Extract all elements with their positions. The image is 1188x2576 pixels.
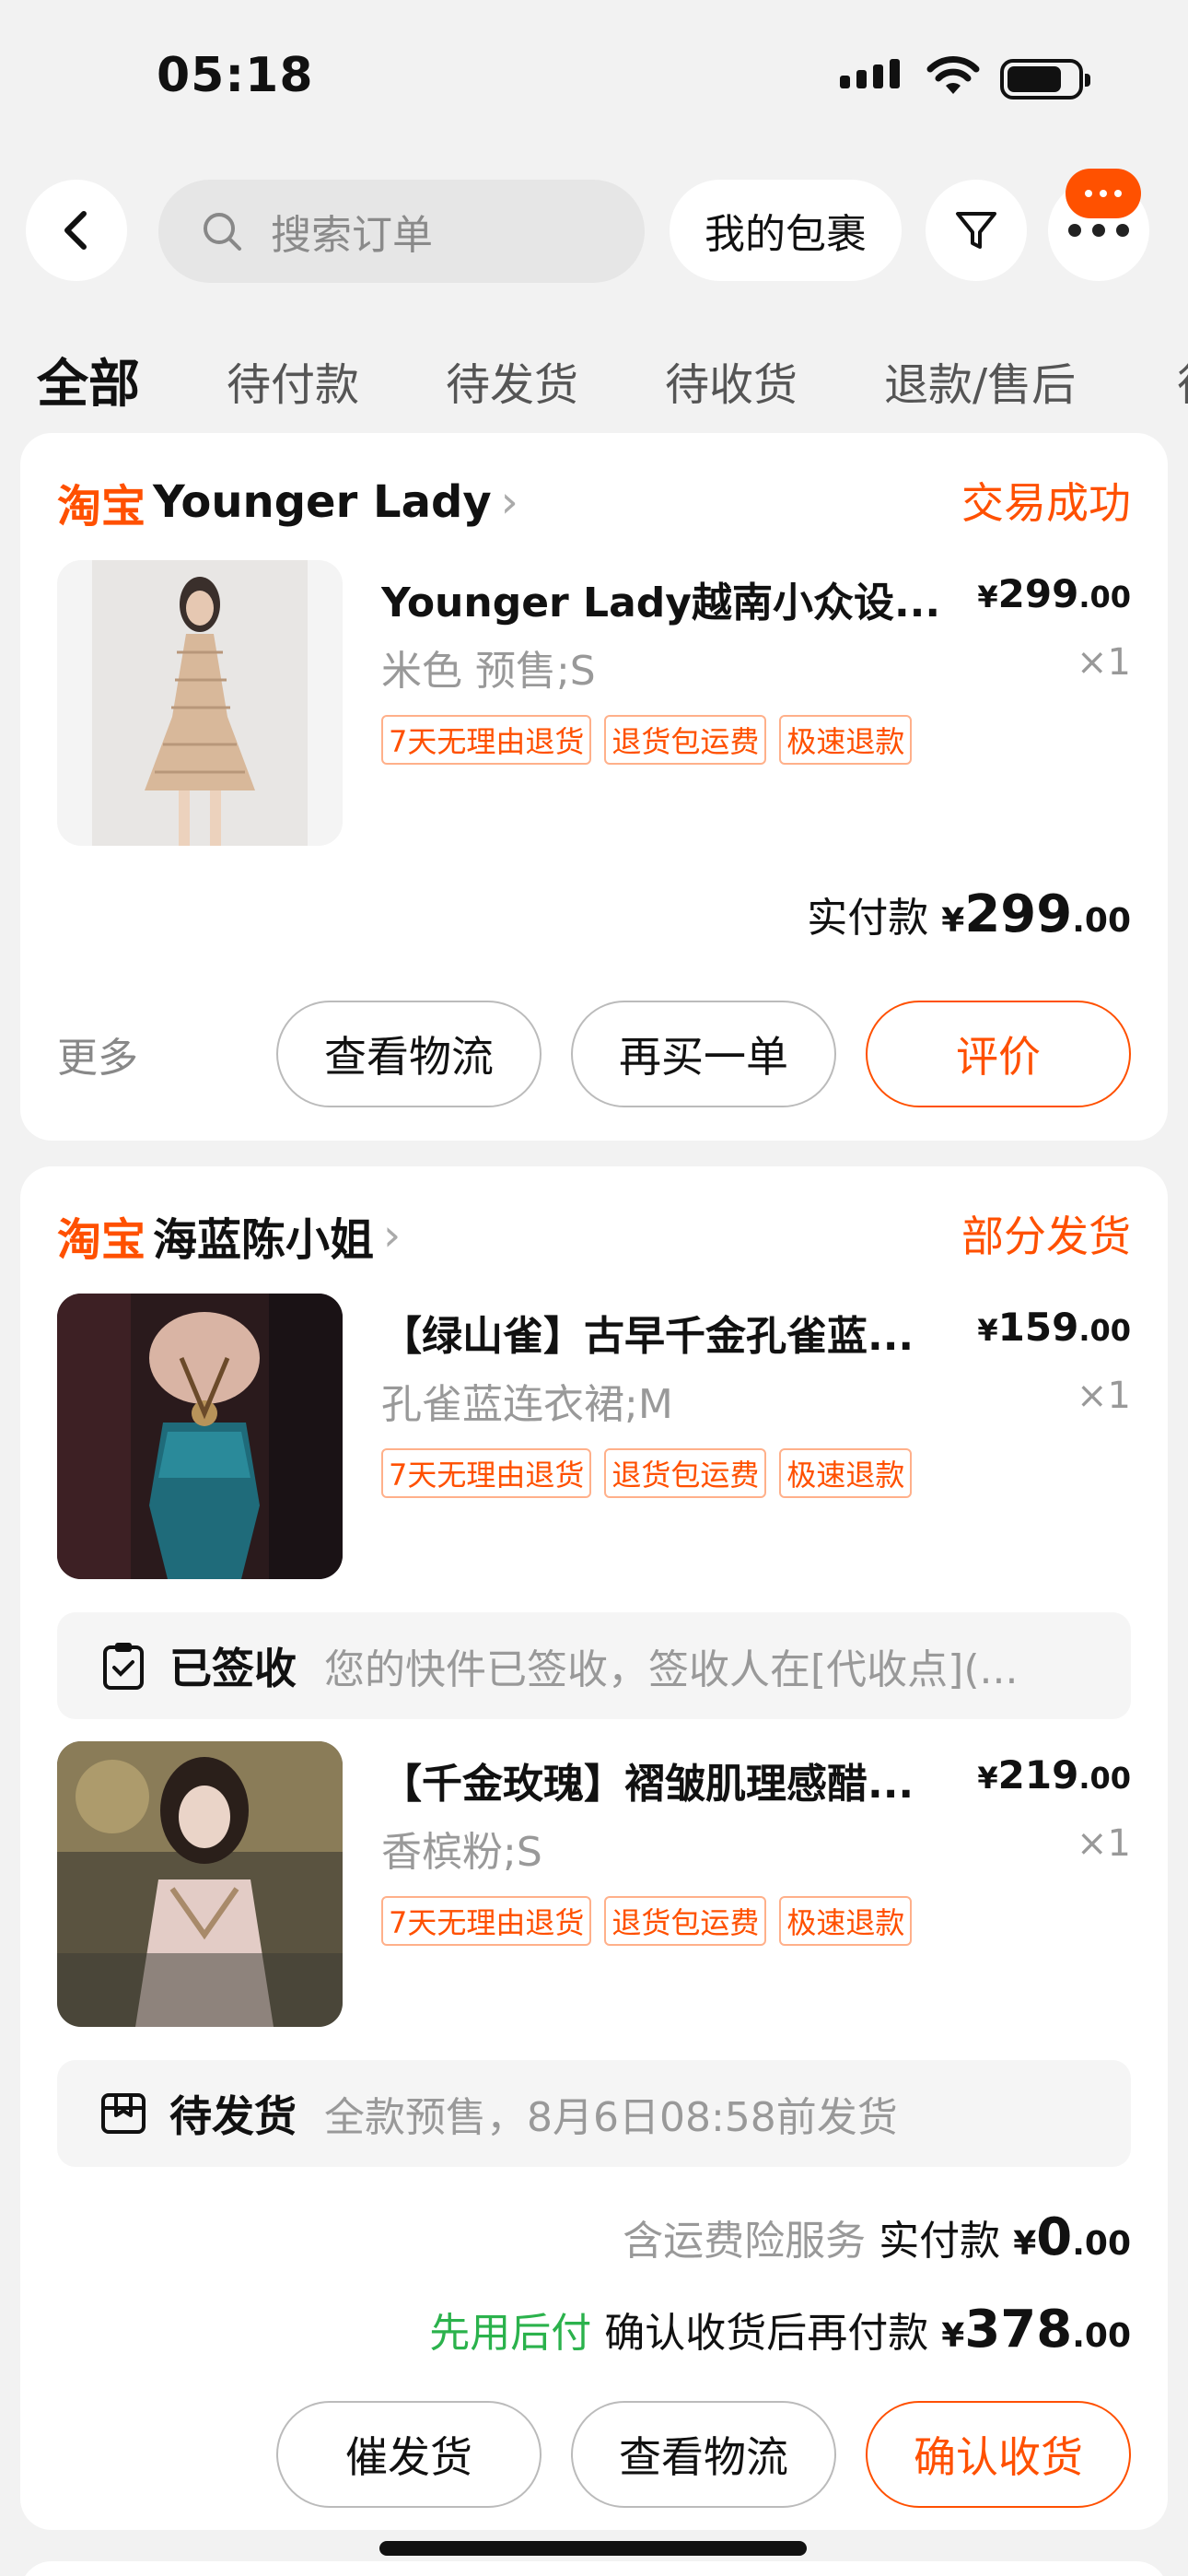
product-title[interactable]: 【千金玫瑰】褶皱肌理感醋... bbox=[381, 1751, 943, 1809]
paid-total: 实付款 ¥299.00 bbox=[807, 884, 1131, 944]
order-tabs: 全部 待付款 待发货 待收货 退款/售后 待 bbox=[0, 348, 1188, 422]
service-tags: 7天无理由退货 退货包运费 极速退款 bbox=[381, 1896, 913, 1946]
service-tags: 7天无理由退货 退货包运费 极速退款 bbox=[381, 1448, 913, 1498]
top-bar: 搜索订单 我的包裹 bbox=[0, 169, 1188, 286]
product-image bbox=[57, 1294, 343, 1579]
shop-name: 海蓝陈小姐 bbox=[153, 1214, 375, 1266]
service-tag: 退货包运费 bbox=[604, 1896, 767, 1946]
shipment-notice[interactable]: 待发货 全款预售，8月6日08:58前发货 bbox=[57, 2060, 1131, 2167]
delivery-notice[interactable]: 已签收 您的快件已签收，签收人在[代收点](... bbox=[57, 1612, 1131, 1719]
notice-text: 全款预售，8月6日08:58前发货 bbox=[324, 2094, 898, 2141]
product-sku: 米色 预售;S bbox=[381, 648, 596, 695]
view-logistics-button[interactable]: 查看物流 bbox=[276, 1001, 542, 1107]
tab-pending-receipt[interactable]: 待收货 bbox=[665, 348, 798, 413]
order-item[interactable]: Younger Lady越南小众设... ¥299.00 米色 预售;S ×1 … bbox=[57, 560, 1131, 846]
search-input[interactable]: 搜索订单 bbox=[158, 180, 645, 283]
shop-header[interactable]: 淘宝 海蓝陈小姐 › bbox=[57, 1203, 401, 1268]
product-price: ¥219.00 bbox=[977, 1752, 1131, 1797]
service-tags: 7天无理由退货 退货包运费 极速退款 bbox=[381, 715, 913, 765]
shop-name: Younger Lady bbox=[153, 476, 492, 528]
more-link[interactable]: 更多 bbox=[57, 1025, 138, 1083]
status-time: 05:18 bbox=[157, 48, 314, 103]
service-tag: 极速退款 bbox=[779, 1448, 913, 1498]
order-status: 部分发货 bbox=[961, 1212, 1131, 1261]
product-title[interactable]: 【绿山雀】古早千金孔雀蓝... bbox=[381, 1303, 943, 1362]
service-tag: 极速退款 bbox=[779, 715, 913, 765]
back-button[interactable] bbox=[26, 180, 127, 281]
order-card[interactable]: 淘宝 Younger Lady › 交易成功 Younger Lady越南小众设… bbox=[20, 433, 1168, 1141]
chevron-right-icon: › bbox=[383, 1210, 402, 1261]
product-price: ¥159.00 bbox=[977, 1305, 1131, 1350]
view-logistics-button[interactable]: 查看物流 bbox=[571, 2401, 836, 2508]
notice-label: 已签收 bbox=[169, 1644, 297, 1693]
my-packages-button[interactable]: 我的包裹 bbox=[670, 180, 902, 281]
tab-review[interactable]: 待 bbox=[1177, 348, 1188, 413]
tab-pending-payment[interactable]: 待付款 bbox=[227, 348, 359, 413]
service-tag: 7天无理由退货 bbox=[381, 1896, 592, 1946]
home-indicator[interactable] bbox=[379, 2541, 807, 2556]
shop-header[interactable]: 淘宝 Younger Lady › bbox=[57, 470, 518, 534]
chevron-right-icon: › bbox=[500, 476, 518, 528]
product-price: ¥299.00 bbox=[977, 571, 1131, 616]
product-image bbox=[57, 1741, 343, 2027]
battery-icon bbox=[1000, 59, 1090, 100]
service-tag: 极速退款 bbox=[779, 1896, 913, 1946]
product-image bbox=[57, 560, 343, 846]
service-tag: 退货包运费 bbox=[604, 1448, 767, 1498]
product-qty: ×1 bbox=[1077, 1375, 1131, 1417]
review-button[interactable]: 评价 bbox=[866, 1001, 1131, 1107]
tab-pending-shipment[interactable]: 待发货 bbox=[446, 348, 578, 413]
service-tag: 7天无理由退货 bbox=[381, 715, 592, 765]
order-status: 交易成功 bbox=[961, 478, 1131, 528]
search-placeholder: 搜索订单 bbox=[271, 212, 433, 259]
tab-refund[interactable]: 退款/售后 bbox=[884, 348, 1076, 413]
status-bar: 05:18 bbox=[0, 0, 1188, 157]
product-qty: ×1 bbox=[1077, 1822, 1131, 1865]
tab-all[interactable]: 全部 bbox=[37, 348, 140, 417]
product-qty: ×1 bbox=[1077, 641, 1131, 684]
chevron-left-icon bbox=[64, 211, 87, 250]
product-title[interactable]: Younger Lady越南小众设... bbox=[381, 569, 943, 628]
platform-label: 淘宝 bbox=[57, 1214, 146, 1266]
buy-again-button[interactable]: 再买一单 bbox=[571, 1001, 836, 1107]
clipboard-check-icon bbox=[103, 1643, 144, 1690]
wifi-icon bbox=[926, 56, 980, 94]
pay-later-label: 先用后付 bbox=[429, 2310, 592, 2357]
notice-text: 您的快件已签收，签收人在[代收点](... bbox=[324, 1646, 1019, 1693]
paid-total: 含运费险服务 实付款 ¥0.00 bbox=[623, 2207, 1131, 2267]
order-card[interactable]: 淘宝 海蓝陈小姐 › 部分发货 【绿山雀】古早千金孔雀蓝... ¥159.00 … bbox=[20, 1166, 1168, 2530]
more-dots-icon bbox=[1068, 224, 1129, 237]
filter-button[interactable] bbox=[926, 180, 1027, 281]
notice-label: 待发货 bbox=[169, 2091, 297, 2141]
platform-label: 淘宝 bbox=[57, 481, 146, 533]
pay-later-total: 先用后付 确认收货后再付款 ¥378.00 bbox=[429, 2300, 1131, 2359]
box-icon bbox=[101, 2093, 146, 2134]
service-tag: 7天无理由退货 bbox=[381, 1448, 592, 1498]
order-item[interactable]: 【千金玫瑰】褶皱肌理感醋... ¥219.00 香槟粉;S ×1 7天无理由退货… bbox=[57, 1741, 1131, 2027]
search-icon bbox=[204, 213, 241, 251]
service-tag: 退货包运费 bbox=[604, 715, 767, 765]
cellular-signal-icon bbox=[840, 59, 900, 88]
order-item[interactable]: 【绿山雀】古早千金孔雀蓝... ¥159.00 孔雀蓝连衣裙;M ×1 7天无理… bbox=[57, 1294, 1131, 1579]
urge-shipment-button[interactable]: 催发货 bbox=[276, 2401, 542, 2508]
filter-icon bbox=[956, 212, 996, 249]
confirm-receipt-button[interactable]: 确认收货 bbox=[866, 2401, 1131, 2508]
insurance-label: 含运费险服务 bbox=[623, 2218, 867, 2265]
product-sku: 香槟粉;S bbox=[381, 1829, 542, 1876]
next-order-card bbox=[20, 2561, 1168, 2576]
product-sku: 孔雀蓝连衣裙;M bbox=[381, 1381, 673, 1428]
message-badge bbox=[1066, 169, 1141, 218]
